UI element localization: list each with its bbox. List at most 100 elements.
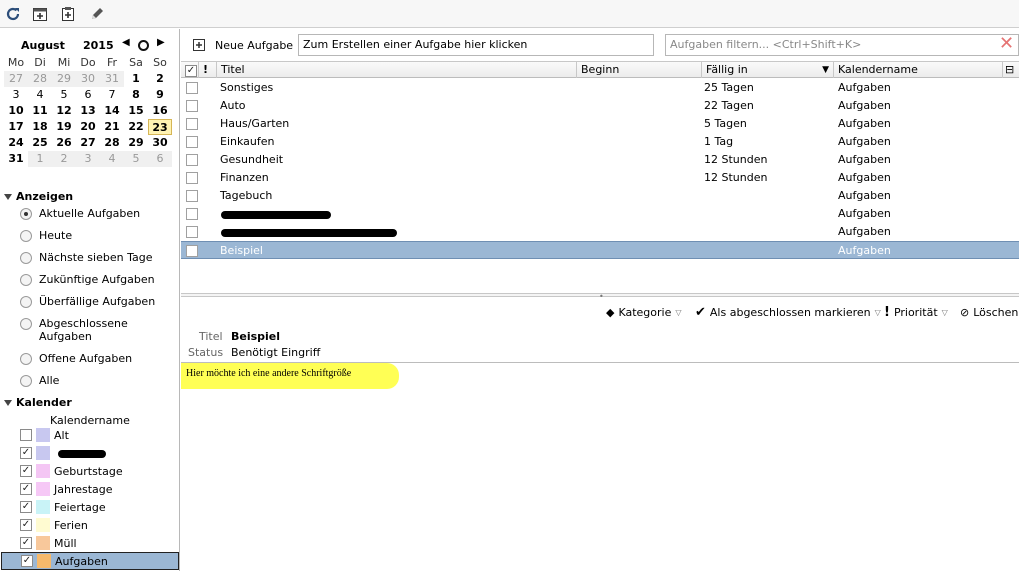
radio-button[interactable] — [20, 252, 32, 264]
task-row[interactable]: Haus/Garten 5 Tagen Aufgaben — [181, 115, 1019, 133]
calendar-day[interactable]: 27 — [76, 135, 100, 151]
calendar-day[interactable]: 29 — [52, 71, 76, 87]
calendar-day[interactable]: 6 — [148, 151, 172, 167]
calendar-checkbox[interactable]: ✓ — [20, 501, 32, 513]
calendar-day[interactable]: 28 — [100, 135, 124, 151]
task-checkbox[interactable] — [186, 118, 198, 130]
prev-month-icon[interactable]: ◀ — [122, 37, 130, 48]
title-column-header[interactable]: Titel — [217, 62, 577, 78]
calendar-day[interactable]: 31 — [100, 71, 124, 87]
due-column-header[interactable]: Fällig in ▼ — [702, 62, 834, 78]
task-row[interactable]: Gesundheit 12 Stunden Aufgaben — [181, 151, 1019, 169]
task-checkbox[interactable] — [186, 136, 198, 148]
calendar-day[interactable]: 5 — [52, 87, 76, 103]
column-picker-icon[interactable]: ⊟ — [1003, 62, 1019, 78]
calendar-day[interactable]: 15 — [124, 103, 148, 119]
edit-icon[interactable] — [88, 5, 106, 23]
task-row[interactable]: Finanzen 12 Stunden Aufgaben — [181, 169, 1019, 187]
filter-option[interactable]: Aktuelle Aufgaben — [20, 207, 175, 220]
task-row[interactable]: Sonstiges 25 Tagen Aufgaben — [181, 79, 1019, 97]
category-button[interactable]: ◆ Kategorie ▽ — [606, 304, 682, 320]
calendar-day[interactable]: 25 — [28, 135, 52, 151]
pane-splitter[interactable]: • — [181, 292, 1019, 301]
task-checkbox[interactable] — [186, 245, 198, 257]
calendar-item[interactable]: ✓ Geburtstage — [20, 462, 178, 480]
calendar-item[interactable]: ✓ Aufgaben — [1, 552, 179, 570]
task-filter-input[interactable]: Aufgaben filtern... <Ctrl+Shift+K> — [665, 34, 1019, 56]
task-checkbox[interactable] — [186, 100, 198, 112]
calendar-day[interactable]: 31 — [4, 151, 28, 167]
task-notes[interactable]: Hier möchte ich eine andere Schriftgröße — [181, 362, 1019, 571]
calendar-day[interactable]: 21 — [100, 119, 124, 135]
calendar-day[interactable]: 4 — [28, 87, 52, 103]
filter-option[interactable]: Offene Aufgaben — [20, 352, 175, 365]
calendar-day[interactable]: 14 — [100, 103, 124, 119]
calendar-item[interactable]: ✓ Feiertage — [20, 498, 178, 516]
refresh-icon[interactable] — [4, 5, 22, 23]
calendar-checkbox[interactable]: ✓ — [20, 519, 32, 531]
task-row[interactable]: Beispiel Aufgaben — [181, 241, 1019, 259]
calendar-day[interactable]: 3 — [76, 151, 100, 167]
calendar-day[interactable]: 12 — [52, 103, 76, 119]
task-row[interactable]: Aufgaben — [181, 205, 1019, 223]
filter-option[interactable]: Zukünftige Aufgaben — [20, 273, 175, 286]
calendar-day[interactable]: 29 — [124, 135, 148, 151]
task-checkbox[interactable] — [186, 190, 198, 202]
start-column-header[interactable]: Beginn — [577, 62, 702, 78]
calendar-day[interactable]: 3 — [4, 87, 28, 103]
calendar-day[interactable]: 1 — [28, 151, 52, 167]
delete-button[interactable]: ⊘ Löschen — [960, 304, 1018, 320]
calendar-checkbox[interactable]: ✓ — [20, 465, 32, 477]
calendar-day[interactable]: 4 — [100, 151, 124, 167]
radio-button[interactable] — [20, 230, 32, 242]
new-task-icon[interactable] — [192, 37, 206, 55]
calendar-day[interactable]: 7 — [100, 87, 124, 103]
calendar-day[interactable]: 23 — [148, 119, 172, 135]
collapse-icon[interactable] — [4, 399, 12, 406]
calendar-day[interactable]: 20 — [76, 119, 100, 135]
priority-icon[interactable]: ! — [199, 62, 217, 78]
calendar-day[interactable]: 24 — [4, 135, 28, 151]
calendar-section-title[interactable]: Kalender — [4, 396, 72, 409]
calendar-checkbox[interactable]: ✓ — [20, 447, 32, 459]
calendar-checkbox[interactable]: ✓ — [21, 555, 33, 567]
calendar-day[interactable]: 17 — [4, 119, 28, 135]
calendar-day[interactable]: 30 — [76, 71, 100, 87]
calendar-day[interactable]: 30 — [148, 135, 172, 151]
calendar-day[interactable]: 26 — [52, 135, 76, 151]
radio-button[interactable] — [20, 296, 32, 308]
check-column-header[interactable]: ✓ — [181, 62, 199, 78]
calendar-item[interactable]: ✓ Müll — [20, 534, 178, 552]
task-checkbox[interactable] — [186, 82, 198, 94]
filter-option[interactable]: Nächste sieben Tage — [20, 251, 175, 264]
calendar-day[interactable]: 16 — [148, 103, 172, 119]
next-month-icon[interactable]: ▶ — [157, 37, 165, 48]
task-checkbox[interactable] — [186, 226, 198, 238]
calendar-day[interactable]: 19 — [52, 119, 76, 135]
new-task-label[interactable]: Neue Aufgabe — [215, 39, 293, 52]
calendar-day[interactable]: 2 — [52, 151, 76, 167]
filter-option[interactable]: Alle — [20, 374, 175, 387]
task-checkbox[interactable] — [186, 172, 198, 184]
task-checkbox[interactable] — [186, 208, 198, 220]
show-section-title[interactable]: Anzeigen — [4, 190, 73, 203]
calendar-day[interactable]: 2 — [148, 71, 172, 87]
calendar-column-header[interactable]: Kalendername — [834, 62, 1003, 78]
new-task-input[interactable]: Zum Erstellen einer Aufgabe hier klicken — [298, 34, 654, 56]
radio-button[interactable] — [20, 375, 32, 387]
calendar-year[interactable]: 2015 — [83, 39, 114, 52]
today-icon[interactable] — [138, 40, 149, 51]
calendar-day[interactable]: 1 — [124, 71, 148, 87]
calendar-checkbox[interactable]: ✓ — [20, 537, 32, 549]
new-appointment-icon[interactable] — [31, 5, 49, 23]
radio-button[interactable] — [20, 208, 32, 220]
calendar-item[interactable]: Alt — [20, 426, 178, 444]
task-row[interactable]: Aufgaben — [181, 223, 1019, 241]
calendar-item[interactable]: ✓ — [20, 444, 178, 462]
mark-complete-button[interactable]: ✔ Als abgeschlossen markieren ▽ — [695, 304, 881, 320]
radio-button[interactable] — [20, 318, 32, 330]
task-row[interactable]: Tagebuch Aufgaben — [181, 187, 1019, 205]
calendar-day[interactable]: 18 — [28, 119, 52, 135]
calendar-day[interactable]: 5 — [124, 151, 148, 167]
radio-button[interactable] — [20, 353, 32, 365]
